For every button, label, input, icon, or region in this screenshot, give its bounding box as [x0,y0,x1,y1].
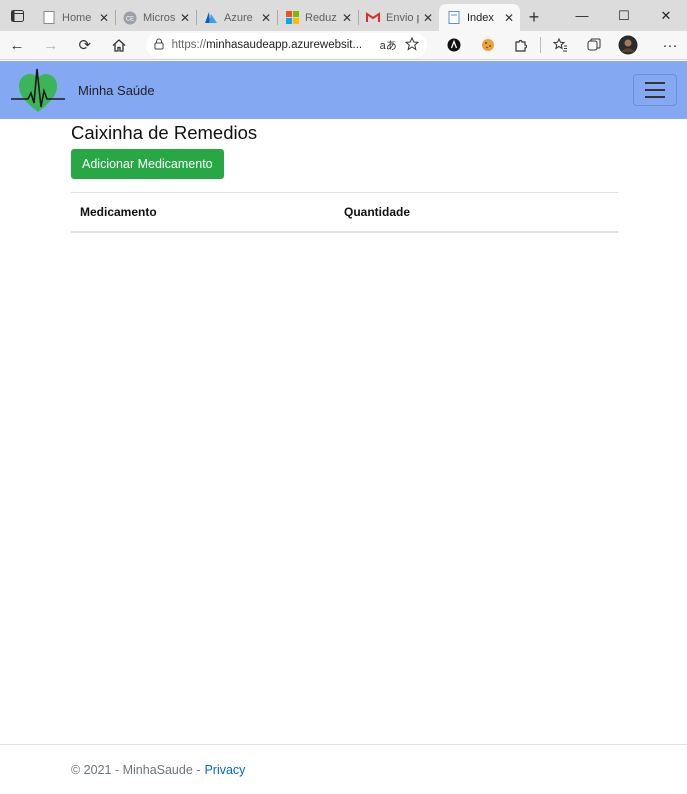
refresh-button[interactable]: ⟳ [68,32,102,59]
web-page: Minha Saúde Caixinha de Remedios Adicion… [0,61,687,794]
lock-icon [154,38,164,53]
close-icon[interactable]: ✕ [504,11,514,25]
home-icon [112,38,126,52]
browser-tab-index[interactable]: Index ✕ [439,4,520,31]
browser-tab-reduz[interactable]: Reduz ✕ [277,4,358,31]
window-controls: — ☐ ✕ [561,0,687,31]
main-content: Caixinha de Remedios Adicionar Medicamen… [71,121,618,233]
add-medication-button[interactable]: Adicionar Medicamento [71,149,224,179]
more-icon: ··· [662,36,678,54]
maximize-button[interactable]: ☐ [603,0,645,31]
toolbar-divider [540,37,542,53]
close-icon[interactable]: ✕ [423,11,433,25]
hamburger-icon [645,82,665,84]
browser-tab-home[interactable]: Home ✕ [34,4,115,31]
page-icon [42,11,56,25]
close-icon[interactable]: ✕ [342,11,352,25]
close-window-button[interactable]: ✕ [645,0,687,31]
column-header-quantidade: Quantidade [335,192,618,233]
ce-icon: CE [123,11,137,25]
minimize-button[interactable]: — [561,0,603,31]
tab-title: Envio p [386,11,419,24]
tab-title: Home [62,11,92,24]
avatar[interactable] [611,32,645,59]
refresh-icon: ⟳ [78,37,92,54]
gmail-icon [366,11,380,25]
medication-table: Medicamento Quantidade [71,192,618,233]
page-icon [447,11,461,25]
back-button[interactable]: ← [0,32,34,59]
browser-window: Home ✕ CE Micros ✕ Azure ✕ Reduz ✕ Envio… [0,0,687,794]
address-bar[interactable]: https://minhasaudeapp.azurewebsit... aあ [145,32,427,58]
tab-title: Reduz [305,11,337,24]
tab-title: Index [467,11,494,24]
tab-actions-button[interactable] [0,0,34,31]
browser-toolbar: ← → ⟳ https://minhasaudeapp.azurewebsit.… [0,31,687,60]
settings-menu-button[interactable]: ··· [653,32,687,59]
footer-copyright: © 2021 - MinhaSaude - [71,762,201,777]
tab-strip: Home ✕ CE Micros ✕ Azure ✕ Reduz ✕ Envio… [0,0,687,31]
browser-tab-envio[interactable]: Envio p ✕ [358,4,439,31]
column-header-medicamento: Medicamento [71,192,335,233]
extension-cookie-icon[interactable] [471,32,505,59]
navbar: Minha Saúde [0,61,687,119]
extension-a-icon[interactable] [437,32,471,59]
favorites-icon[interactable] [543,32,577,59]
forward-button[interactable]: → [34,32,68,59]
footer: © 2021 - MinhaSaude - Privacy [0,744,687,794]
brand-link[interactable]: Minha Saúde [78,83,155,98]
url-host: minhasaudeapp.azurewebsit... [206,39,363,51]
read-aloud-icon[interactable]: aあ [380,37,397,53]
microsoft-icon [285,11,299,25]
close-icon[interactable]: ✕ [99,11,109,25]
collections-icon[interactable] [577,32,611,59]
new-tab-button[interactable]: + [520,4,548,31]
browser-tab-micros[interactable]: CE Micros ✕ [115,4,196,31]
close-icon[interactable]: ✕ [261,11,271,25]
svg-text:CE: CE [126,16,134,22]
table-header-row: Medicamento Quantidade [71,192,618,233]
arrow-left-icon: ← [9,36,25,54]
azure-icon [204,11,218,25]
tab-actions-icon [10,9,24,22]
hamburger-icon [645,96,665,98]
extensions-puzzle-icon[interactable] [505,32,539,59]
page-title: Caixinha de Remedios [71,122,258,143]
home-button[interactable] [102,32,136,59]
url-protocol: https:// [171,39,207,51]
url-text: https://minhasaudeapp.azurewebsit... [172,39,372,51]
navbar-toggler-button[interactable] [633,74,677,106]
hamburger-icon [645,89,665,91]
tab-title: Azure [224,11,253,24]
plus-icon: + [528,7,540,27]
privacy-link[interactable]: Privacy [204,763,245,777]
tab-title: Micros [143,11,176,24]
close-icon[interactable]: ✕ [180,11,190,25]
add-favorite-icon[interactable] [404,36,420,54]
arrow-right-icon: → [43,36,59,54]
heart-logo-icon[interactable] [10,65,66,115]
browser-tab-azure[interactable]: Azure ✕ [196,4,277,31]
